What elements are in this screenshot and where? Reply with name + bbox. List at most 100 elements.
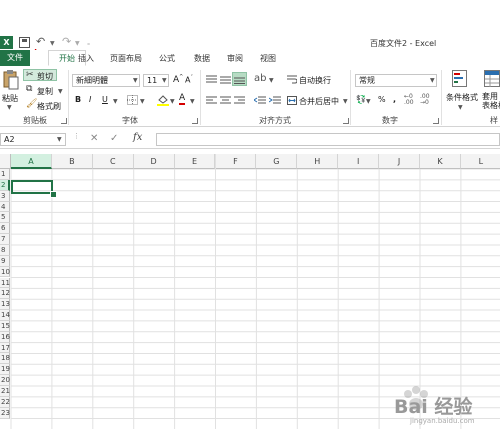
row-header-10[interactable]: 10 <box>0 266 10 278</box>
select-all-corner[interactable] <box>0 154 11 169</box>
row-header-4[interactable]: 4 <box>0 201 10 213</box>
copy-button[interactable]: 复制 <box>37 86 53 97</box>
font-launcher-icon[interactable] <box>192 118 198 124</box>
column-header-l[interactable]: L <box>460 154 500 169</box>
align-right-icon[interactable] <box>234 96 245 105</box>
decrease-font-button[interactable]: Aˇ <box>185 75 193 85</box>
conditional-formatting-dropdown-icon[interactable]: ▼ <box>458 104 463 111</box>
formula-bar-grip-icon[interactable]: ⋮ <box>73 133 80 140</box>
currency-icon[interactable]: 💱 <box>356 95 366 104</box>
tab-data[interactable]: 数据 <box>192 52 212 66</box>
decrease-decimal-icon[interactable]: .00 →0 <box>420 94 430 106</box>
column-header-c[interactable]: C <box>92 154 134 169</box>
increase-font-button[interactable]: A^ <box>173 74 183 85</box>
row-header-3[interactable]: 3 <box>0 190 10 202</box>
comma-button[interactable]: , <box>393 95 396 104</box>
column-header-k[interactable]: K <box>420 154 461 169</box>
row-header-17[interactable]: 17 <box>0 342 10 354</box>
currency-dropdown-icon[interactable]: ▼ <box>366 98 371 105</box>
conditional-formatting-button[interactable]: 条件格式 <box>446 92 478 103</box>
row-header-23[interactable]: 23 <box>0 407 10 419</box>
align-center-icon[interactable] <box>220 96 231 105</box>
align-middle-icon[interactable] <box>220 75 231 84</box>
tab-view[interactable]: 视图 <box>258 52 278 66</box>
fill-color-dropdown-icon[interactable]: ▼ <box>170 98 175 105</box>
redo-icon[interactable]: ↷ <box>62 36 71 47</box>
underline-dropdown-icon[interactable]: ▼ <box>113 98 118 105</box>
wrap-text-button[interactable]: 自动换行 <box>299 75 331 86</box>
redo-dropdown-icon[interactable]: ▼ <box>75 40 80 47</box>
row-header-8[interactable]: 8 <box>0 244 10 256</box>
borders-dropdown-icon[interactable]: ▼ <box>140 98 145 105</box>
row-header-7[interactable]: 7 <box>0 234 10 245</box>
save-icon[interactable] <box>19 37 30 48</box>
row-header-11[interactable]: 11 <box>0 277 10 289</box>
column-header-f[interactable]: F <box>215 154 257 169</box>
font-color-dropdown-icon[interactable]: ▼ <box>190 98 195 105</box>
row-header-1[interactable]: 1 <box>0 169 10 180</box>
column-header-j[interactable]: J <box>379 154 420 169</box>
row-header-6[interactable]: 6 <box>0 223 10 235</box>
row-header-22[interactable]: 22 <box>0 396 10 408</box>
orientation-icon[interactable]: ab <box>254 73 266 84</box>
tab-formulas[interactable]: 公式 <box>157 52 177 66</box>
column-header-a[interactable]: A <box>11 154 52 169</box>
tab-insert[interactable]: 插入 <box>76 52 96 66</box>
paste-button[interactable]: 粘贴 <box>2 93 18 104</box>
increase-indent-icon[interactable] <box>269 96 281 105</box>
row-header-16[interactable]: 16 <box>0 331 10 343</box>
fill-color-icon[interactable] <box>157 94 169 106</box>
fill-handle[interactable] <box>50 191 57 198</box>
format-painter-button[interactable]: 格式刷 <box>37 101 61 112</box>
undo-icon[interactable]: ↶ <box>36 36 45 47</box>
alignment-launcher-icon[interactable] <box>343 118 349 124</box>
excel-app-icon[interactable]: X <box>0 36 13 49</box>
row-header-18[interactable]: 18 <box>0 353 10 365</box>
copy-dropdown-icon[interactable]: ▼ <box>58 88 63 95</box>
number-format-box[interactable]: 常规 <box>355 74 437 87</box>
font-size-dropdown-icon[interactable]: ▼ <box>162 77 167 84</box>
tab-file[interactable]: 文件 <box>0 50 30 66</box>
column-header-e[interactable]: E <box>174 154 216 169</box>
column-header-b[interactable]: B <box>51 154 93 169</box>
underline-button[interactable]: U <box>102 95 108 104</box>
row-header-9[interactable]: 9 <box>0 255 10 267</box>
align-top-icon[interactable] <box>206 75 217 84</box>
paste-icon[interactable] <box>3 70 19 90</box>
column-header-g[interactable]: G <box>256 154 298 169</box>
enter-icon[interactable]: ✓ <box>110 133 118 144</box>
merge-center-button[interactable]: 合并后居中 <box>299 96 339 107</box>
align-bottom-icon[interactable] <box>234 75 245 84</box>
number-launcher-icon[interactable] <box>433 118 439 124</box>
format-as-table-button[interactable]: 套用 表格格 <box>482 92 500 110</box>
decrease-indent-icon[interactable] <box>254 96 266 105</box>
row-header-13[interactable]: 13 <box>0 299 10 311</box>
merge-dropdown-icon[interactable]: ▼ <box>343 98 348 105</box>
row-header-12[interactable]: 12 <box>0 288 10 300</box>
customize-quick-access-icon[interactable]: ₌ <box>87 40 90 47</box>
row-header-19[interactable]: 19 <box>0 364 10 376</box>
font-color-button[interactable]: A <box>179 93 186 105</box>
font-name-dropdown-icon[interactable]: ▼ <box>133 77 138 84</box>
orientation-dropdown-icon[interactable]: ▼ <box>269 77 274 84</box>
cancel-icon[interactable]: ✕ <box>90 133 98 144</box>
clipboard-launcher-icon[interactable] <box>61 118 67 124</box>
number-format-dropdown-icon[interactable]: ▼ <box>430 77 435 84</box>
undo-dropdown-icon[interactable]: ▼ <box>50 40 55 47</box>
row-header-20[interactable]: 20 <box>0 375 10 386</box>
font-name-box[interactable]: 新細明體 <box>72 74 140 87</box>
insert-function-button[interactable]: fx <box>133 132 142 143</box>
italic-button[interactable]: I <box>89 95 91 104</box>
percent-button[interactable]: % <box>378 95 386 104</box>
column-header-i[interactable]: I <box>338 154 380 169</box>
row-header-15[interactable]: 15 <box>0 320 10 332</box>
row-header-14[interactable]: 14 <box>0 310 10 321</box>
name-box-dropdown-icon[interactable]: ▼ <box>57 136 62 143</box>
bold-button[interactable]: B <box>75 95 81 104</box>
active-cell-a2[interactable] <box>11 180 53 194</box>
cut-button[interactable]: 剪切 <box>37 71 53 82</box>
column-header-h[interactable]: H <box>297 154 339 169</box>
row-header-5[interactable]: 5 <box>0 212 10 224</box>
borders-icon[interactable] <box>127 95 138 105</box>
row-header-21[interactable]: 21 <box>0 386 10 397</box>
